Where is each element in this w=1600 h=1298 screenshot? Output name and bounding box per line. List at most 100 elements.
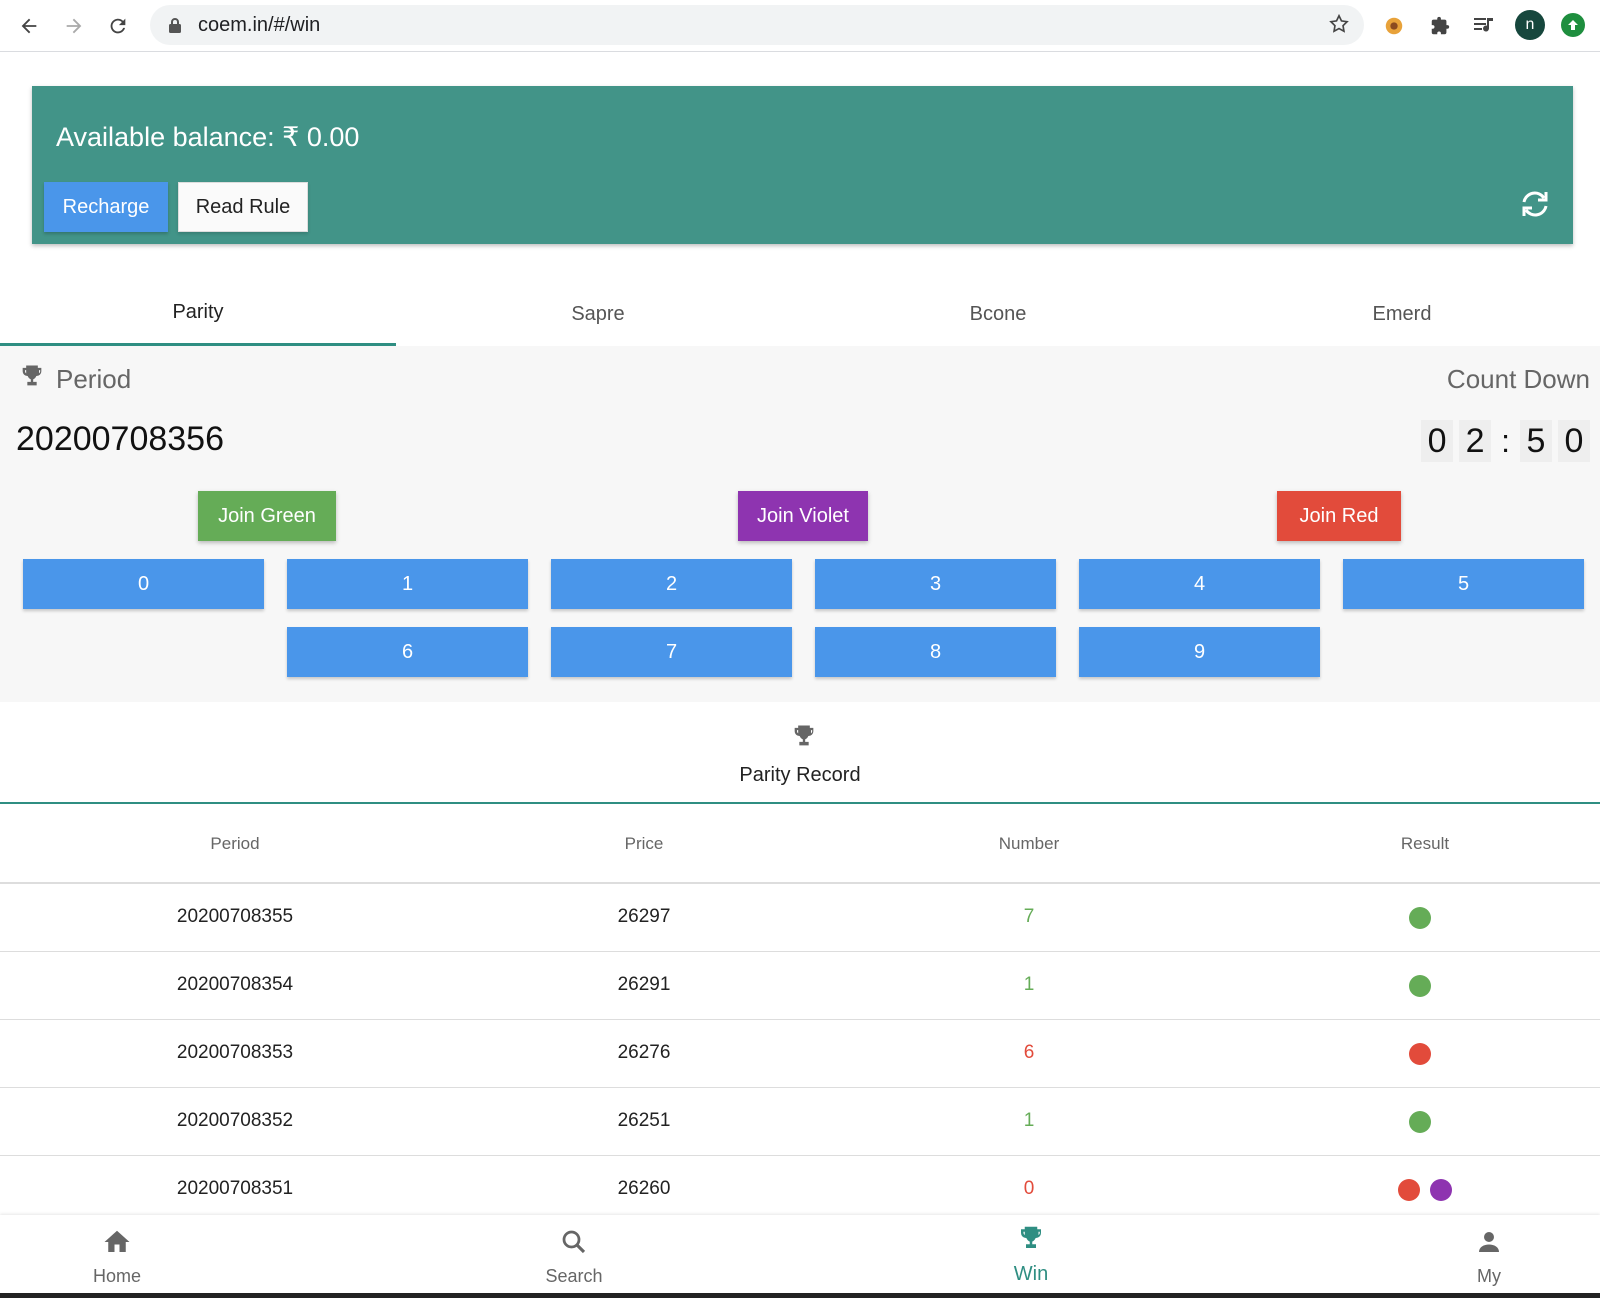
tab-bcone[interactable]: Bcone [800,282,1196,346]
number-button-5[interactable]: 5 [1343,559,1584,609]
table-row: 20200708355 26297 7 [0,884,1600,952]
row-period: 20200708353 [176,1042,294,1063]
bottom-navigation: Home Search Win My [0,1215,1600,1293]
nav-my[interactable]: My [1429,1227,1549,1287]
search-icon [559,1227,589,1262]
timer-digit: 0 [1421,420,1454,462]
home-icon [102,1227,132,1262]
column-header-number: Number [998,834,1060,853]
extension-icon[interactable] [1378,10,1410,42]
trophy-icon [1016,1223,1046,1259]
address-bar[interactable]: coem.in/#/win [150,5,1364,45]
nav-win[interactable]: Win [971,1223,1091,1286]
record-table-header: Period Price Number Result [0,804,1600,884]
table-row: 20200708354 26291 1 [0,952,1600,1020]
result-green-dot [1409,907,1431,929]
result-dots [1409,907,1431,929]
refresh-icon[interactable] [1517,186,1553,222]
result-green-dot [1409,975,1431,997]
result-green-dot [1409,1111,1431,1133]
parity-record-header: Parity Record [0,702,1600,804]
row-price: 26260 [617,1178,671,1199]
reload-icon[interactable] [102,10,134,42]
number-button-0[interactable]: 0 [23,559,264,609]
nav-home[interactable]: Home [57,1227,177,1287]
bookmark-star-icon[interactable] [1328,13,1350,40]
number-button-2[interactable]: 2 [551,559,792,609]
join-violet-button[interactable]: Join Violet [738,491,868,541]
game-tabs: Parity Sapre Bcone Emerd [0,282,1600,346]
table-row: 20200708353 26276 6 [0,1020,1600,1088]
row-number: 6 [1023,1042,1035,1063]
period-label: Period [56,364,132,394]
row-number: 1 [1023,1110,1035,1131]
game-panel: Period Count Down 20200708356 0 2 : 5 0 … [0,346,1600,702]
result-red-dot [1398,1179,1420,1201]
countdown-label: Count Down [1446,364,1590,394]
nav-my-label: My [1477,1266,1501,1286]
number-button-7[interactable]: 7 [551,627,792,677]
lock-icon [168,17,182,38]
tab-parity[interactable]: Parity [0,282,396,346]
table-row: 20200708351 26260 0 [0,1156,1600,1224]
row-price: 26276 [617,1042,671,1063]
available-balance: Available balance: ₹ 0.00 [56,122,360,152]
current-period-number: 20200708356 [16,420,225,458]
forward-icon[interactable] [58,10,90,42]
row-number: 7 [1023,906,1035,927]
result-dots [1409,975,1431,997]
nav-win-label: Win [1013,1263,1049,1285]
table-row: 20200708352 26251 1 [0,1088,1600,1156]
result-violet-dot [1430,1179,1452,1201]
puzzle-icon[interactable] [1424,10,1456,42]
person-icon [1474,1227,1504,1262]
number-button-8[interactable]: 8 [815,627,1056,677]
result-dots [1409,1043,1431,1065]
timer-digit: 5 [1520,420,1552,462]
tab-emerd[interactable]: Emerd [1204,282,1600,346]
nav-search[interactable]: Search [514,1227,634,1287]
column-header-result: Result [1400,834,1450,853]
trophy-icon [18,362,46,397]
number-button-1[interactable]: 1 [287,559,528,609]
url-text: coem.in/#/win [198,14,321,36]
result-dots [1398,1179,1452,1201]
column-header-period: Period [210,834,260,853]
row-price: 26291 [617,974,671,995]
period-header: Period [18,362,131,397]
timer-digit: 0 [1558,420,1590,462]
back-icon[interactable] [13,10,45,42]
row-period: 20200708355 [176,906,294,927]
nav-home-label: Home [92,1266,141,1286]
result-dots [1409,1111,1431,1133]
row-number: 1 [1023,974,1035,995]
number-button-4[interactable]: 4 [1079,559,1320,609]
profile-avatar[interactable]: n [1515,10,1545,40]
recharge-button[interactable]: Recharge [44,182,168,232]
join-green-button[interactable]: Join Green [198,491,336,541]
row-period: 20200708352 [176,1110,294,1131]
row-period: 20200708354 [176,974,294,995]
row-price: 26251 [617,1110,671,1131]
countdown-timer: 0 2 : 5 0 [1421,420,1590,462]
column-header-price: Price [624,834,664,853]
result-red-dot [1409,1043,1431,1065]
trophy-icon [790,722,818,755]
balance-card: Available balance: ₹ 0.00 Recharge Read … [32,86,1573,244]
bottom-edge [0,1293,1600,1298]
row-price: 26297 [617,906,671,927]
browser-toolbar: coem.in/#/win n [0,0,1600,52]
number-button-9[interactable]: 9 [1079,627,1320,677]
media-queue-icon[interactable] [1468,10,1500,42]
nav-search-label: Search [545,1266,603,1286]
number-button-6[interactable]: 6 [287,627,528,677]
tab-sapre[interactable]: Sapre [400,282,796,346]
read-rule-button[interactable]: Read Rule [178,182,308,232]
update-icon[interactable] [1561,13,1585,37]
row-number: 0 [1023,1178,1035,1199]
timer-digit: 2 [1459,420,1492,462]
record-title: Parity Record [739,764,861,786]
join-red-button[interactable]: Join Red [1277,491,1401,541]
number-button-3[interactable]: 3 [815,559,1056,609]
row-period: 20200708351 [176,1178,294,1199]
